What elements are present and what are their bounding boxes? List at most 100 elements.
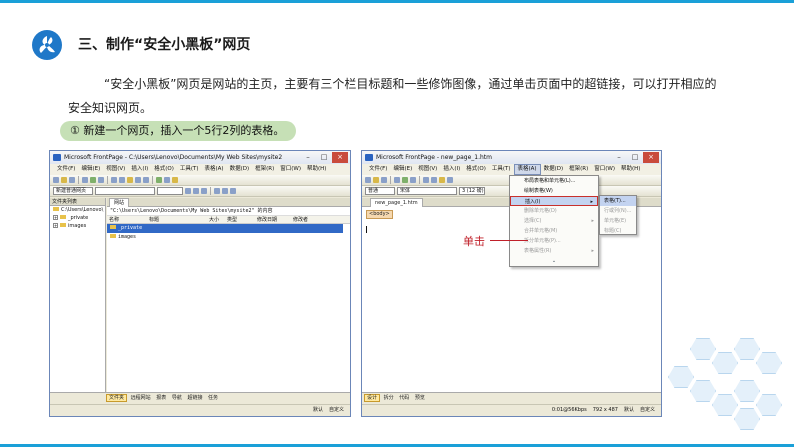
menu-edit[interactable]: 编辑(E): [78, 164, 103, 175]
bold-icon[interactable]: [185, 188, 191, 194]
close-button[interactable]: ×: [332, 152, 348, 163]
folder-item-images[interactable]: + images: [50, 222, 105, 230]
cut-icon[interactable]: [111, 177, 117, 183]
spelling-icon[interactable]: [98, 177, 104, 183]
view-tab-reports[interactable]: 报表: [154, 395, 168, 401]
hyperlink-icon[interactable]: [156, 177, 162, 183]
italic-icon[interactable]: [193, 188, 199, 194]
maximize-button[interactable]: □: [627, 152, 643, 163]
submenu-item-caption[interactable]: 标题(C): [600, 226, 636, 236]
expand-icon[interactable]: +: [53, 215, 58, 220]
picture-icon[interactable]: [172, 177, 178, 183]
file-row-images[interactable]: images: [107, 233, 350, 242]
menu-item-merge-cells[interactable]: 合并单元格(M): [510, 226, 598, 236]
submenu-item-table[interactable]: 表格(T)...: [600, 196, 636, 206]
align-center-icon[interactable]: [222, 188, 228, 194]
expand-icon[interactable]: +: [53, 223, 58, 228]
size-combo[interactable]: 3 (12 磅): [459, 187, 485, 195]
view-tab-remote[interactable]: 远程网站: [129, 395, 153, 401]
view-tab-folders[interactable]: 文件夹: [106, 394, 128, 402]
view-tab-split[interactable]: 拆分: [382, 395, 396, 401]
view-tab-preview[interactable]: 预览: [413, 395, 427, 401]
tab-website[interactable]: 网站: [109, 198, 130, 207]
body-tag-marker[interactable]: <body>: [366, 210, 393, 219]
underline-icon[interactable]: [201, 188, 207, 194]
align-right-icon[interactable]: [230, 188, 236, 194]
print-icon[interactable]: [82, 177, 88, 183]
menu-item-insert[interactable]: 插入(I) ▸: [510, 196, 598, 206]
menu-help[interactable]: 帮助(H): [304, 164, 329, 175]
open-icon[interactable]: [61, 177, 67, 183]
style-combo[interactable]: 普通: [365, 187, 395, 195]
preview-icon[interactable]: [90, 177, 96, 183]
spelling-icon[interactable]: [410, 177, 416, 183]
menu-item-delete-cells[interactable]: 删除单元格(D): [510, 206, 598, 216]
menu-table[interactable]: 表格(A): [202, 164, 227, 175]
menu-format[interactable]: 格式(O): [151, 164, 177, 175]
doc-tab[interactable]: new_page_1.htm: [370, 198, 423, 207]
folder-item-private[interactable]: + _private: [50, 214, 105, 222]
menu-data[interactable]: 数据(D): [227, 164, 253, 175]
align-left-icon[interactable]: [214, 188, 220, 194]
menu-tools[interactable]: 工具(T): [177, 164, 202, 175]
menu-insert[interactable]: 插入(I): [128, 164, 151, 175]
column-name[interactable]: 名称: [107, 216, 147, 223]
menu-help[interactable]: 帮助(H): [618, 164, 643, 175]
file-row-private[interactable]: _private: [107, 224, 343, 233]
save-icon[interactable]: [381, 177, 387, 183]
maximize-button[interactable]: □: [316, 152, 332, 163]
menu-item-split-cells[interactable]: 拆分单元格(P)...: [510, 236, 598, 246]
copy-icon[interactable]: [431, 177, 437, 183]
folder-root[interactable]: C:\Users\Lenovo\: [50, 206, 105, 214]
menu-item-select[interactable]: 选择(C) ▸: [510, 216, 598, 226]
menu-tools[interactable]: 工具(T): [489, 164, 514, 175]
menu-data[interactable]: 数据(D): [541, 164, 567, 175]
paste-icon[interactable]: [127, 177, 133, 183]
save-icon[interactable]: [69, 177, 75, 183]
paste-icon[interactable]: [439, 177, 445, 183]
menu-item-draw-table[interactable]: 绘制表格(W): [510, 186, 598, 196]
menu-insert[interactable]: 插入(I): [440, 164, 463, 175]
menu-window[interactable]: 窗口(W): [591, 164, 618, 175]
column-modified[interactable]: 修改日期: [255, 216, 291, 223]
view-tab-hyperlinks[interactable]: 超链接: [185, 395, 204, 401]
new-page-combo[interactable]: 新建普通网页: [53, 187, 93, 195]
view-tab-code[interactable]: 代码: [397, 395, 411, 401]
new-page-icon[interactable]: [365, 177, 371, 183]
column-title[interactable]: 标题: [147, 216, 207, 223]
copy-icon[interactable]: [119, 177, 125, 183]
menu-table[interactable]: 表格(A): [513, 164, 541, 175]
menu-file[interactable]: 文件(F): [366, 164, 390, 175]
minimize-button[interactable]: –: [300, 152, 316, 163]
window-titlebar[interactable]: Microsoft FrontPage - new_page_1.htm – □…: [362, 151, 661, 164]
undo-icon[interactable]: [447, 177, 453, 183]
menu-item-layout-tables[interactable]: 布局表格和单元格(L)...: [510, 176, 598, 186]
size-combo[interactable]: [157, 187, 183, 195]
menu-view[interactable]: 视图(V): [415, 164, 440, 175]
column-type[interactable]: 类型: [225, 216, 255, 223]
menu-window[interactable]: 窗口(W): [277, 164, 304, 175]
view-tab-tasks[interactable]: 任务: [206, 395, 220, 401]
font-combo[interactable]: [95, 187, 155, 195]
menu-frames[interactable]: 框架(R): [566, 164, 591, 175]
window-titlebar[interactable]: Microsoft FrontPage - C:\Users\Lenovo\Do…: [50, 151, 350, 164]
menu-frames[interactable]: 框架(R): [252, 164, 277, 175]
table-icon[interactable]: [164, 177, 170, 183]
submenu-item-cell[interactable]: 单元格(E): [600, 216, 636, 226]
open-icon[interactable]: [373, 177, 379, 183]
menu-view[interactable]: 视图(V): [103, 164, 128, 175]
menu-file[interactable]: 文件(F): [54, 164, 78, 175]
menu-expand-chevron-icon[interactable]: ⌄: [510, 256, 598, 266]
menu-format[interactable]: 格式(O): [463, 164, 489, 175]
submenu-item-rows-columns[interactable]: 行或列(N)...: [600, 206, 636, 216]
preview-icon[interactable]: [402, 177, 408, 183]
new-page-icon[interactable]: [53, 177, 59, 183]
undo-icon[interactable]: [135, 177, 141, 183]
font-combo[interactable]: 宋体: [397, 187, 457, 195]
menu-item-table-properties[interactable]: 表格属性(R) ▸: [510, 246, 598, 256]
redo-icon[interactable]: [143, 177, 149, 183]
print-icon[interactable]: [394, 177, 400, 183]
close-button[interactable]: ×: [643, 152, 659, 163]
minimize-button[interactable]: –: [611, 152, 627, 163]
view-tab-navigation[interactable]: 导航: [170, 395, 184, 401]
